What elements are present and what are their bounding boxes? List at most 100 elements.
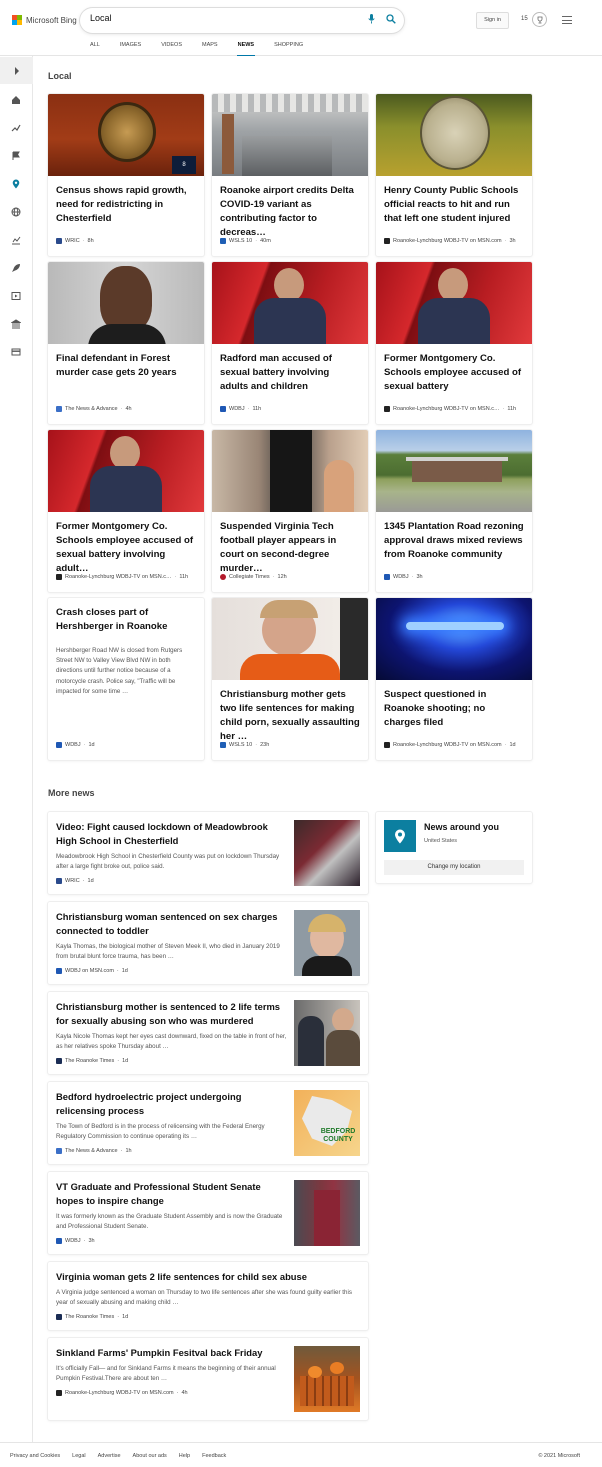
news-card[interactable]: Crash closes part of Hershberger in Roan… — [48, 598, 204, 760]
politics-icon[interactable] — [11, 319, 21, 329]
news-card-title[interactable]: Suspect questioned in Roanoke shooting; … — [384, 688, 524, 730]
news-card-title[interactable]: Former Montgomery Co. Schools employee a… — [384, 352, 524, 394]
more-news-item[interactable]: VT Graduate and Professional Student Sen… — [48, 1172, 368, 1254]
location-pin-icon[interactable] — [11, 179, 21, 189]
news-thumbnail — [212, 262, 368, 344]
more-news-title[interactable]: Christiansburg mother is sentenced to 2 … — [56, 1000, 286, 1028]
rewards-count[interactable]: 15 — [521, 16, 528, 22]
news-source: WDBJ on MSN.com · 1d — [56, 968, 128, 974]
news-card-title[interactable]: Radford man accused of sexual battery in… — [220, 352, 360, 394]
source-time: 11h — [252, 406, 262, 412]
tab-images[interactable]: IMAGES — [120, 42, 141, 56]
footer-link-privacy[interactable]: Privacy and Cookies — [10, 1453, 60, 1459]
news-thumbnail: 8 — [48, 94, 204, 176]
home-icon[interactable] — [11, 95, 21, 105]
source-logo-icon — [56, 1148, 62, 1154]
news-thumbnail — [294, 1346, 360, 1412]
source-time: 1d — [509, 742, 516, 748]
more-news-title[interactable]: Christiansburg woman sentenced on sex ch… — [56, 910, 286, 938]
more-news-title[interactable]: Bedford hydroelectric project undergoing… — [56, 1090, 286, 1118]
news-card[interactable]: 8 Census shows rapid growth, need for re… — [48, 94, 204, 256]
money-chart-icon[interactable] — [11, 235, 21, 245]
news-thumbnail — [294, 820, 360, 886]
more-news-item[interactable]: Christiansburg mother is sentenced to 2 … — [48, 992, 368, 1074]
tab-shopping[interactable]: SHOPPING — [274, 42, 303, 56]
microphone-icon[interactable] — [368, 14, 375, 24]
source-logo-icon — [220, 238, 226, 244]
more-news-title[interactable]: Video: Fight caused lockdown of Meadowbr… — [56, 820, 286, 848]
sign-in-button[interactable]: Sign in — [476, 12, 509, 29]
footer-link-feedback[interactable]: Feedback — [202, 1453, 226, 1459]
source-name: The Roanoke Times — [65, 1314, 115, 1320]
news-card[interactable]: 1345 Plantation Road rezoning approval d… — [376, 430, 532, 592]
rewards-trophy-icon[interactable] — [532, 12, 547, 27]
news-card[interactable]: Roanoke airport credits Delta COVID-19 v… — [212, 94, 368, 256]
change-location-button[interactable]: Change my location — [384, 860, 524, 875]
credit-card-icon[interactable] — [11, 347, 21, 357]
news-card[interactable]: Former Montgomery Co. Schools employee a… — [48, 430, 204, 592]
more-news-title[interactable]: Sinkland Farms' Pumpkin Fesitval back Fr… — [56, 1346, 286, 1360]
tab-news[interactable]: NEWS — [236, 42, 255, 56]
tab-maps[interactable]: MAPS — [202, 42, 218, 56]
search-box — [80, 8, 404, 33]
news-card[interactable]: Christiansburg mother gets two life sent… — [212, 598, 368, 760]
news-card[interactable]: Final defendant in Forest murder case ge… — [48, 262, 204, 424]
news-card-title[interactable]: Roanoke airport credits Delta COVID-19 v… — [220, 184, 360, 240]
globe-icon[interactable] — [11, 207, 21, 217]
sidebar-expand-button[interactable] — [0, 57, 33, 84]
news-source: Roanoke-Lynchburg WDBJ-TV on MSN.c… · 11h — [56, 574, 188, 580]
more-news-section-title: More news — [48, 788, 95, 798]
source-time: 1d — [121, 968, 128, 974]
more-news-item[interactable]: Sinkland Farms' Pumpkin Fesitval back Fr… — [48, 1338, 368, 1420]
news-card-title[interactable]: Crash closes part of Hershberger in Roan… — [56, 606, 196, 634]
source-logo-icon — [56, 238, 62, 244]
source-logo-icon — [220, 406, 226, 412]
news-card-title[interactable]: Census shows rapid growth, need for redi… — [56, 184, 196, 226]
news-card-title[interactable]: Former Montgomery Co. Schools employee a… — [56, 520, 196, 576]
flag-icon[interactable] — [11, 151, 21, 161]
news-card-title[interactable]: Final defendant in Forest murder case ge… — [56, 352, 196, 380]
source-time: 23h — [260, 742, 270, 748]
news-card-title[interactable]: Henry County Public Schools official rea… — [384, 184, 524, 226]
news-card[interactable]: Suspect questioned in Roanoke shooting; … — [376, 598, 532, 760]
news-card-title[interactable]: Suspended Virginia Tech football player … — [220, 520, 360, 576]
more-news-title[interactable]: Virginia woman gets 2 life sentences for… — [56, 1270, 356, 1284]
news-thumbnail — [48, 430, 204, 512]
footer-link-legal[interactable]: Legal — [72, 1453, 85, 1459]
more-news-item[interactable]: Bedford hydroelectric project undergoing… — [48, 1082, 368, 1164]
news-card[interactable]: Suspended Virginia Tech football player … — [212, 430, 368, 592]
copyright: © 2021 Microsoft — [538, 1453, 580, 1459]
logo-text: Microsoft Bing — [26, 15, 77, 25]
footer-link-advertise[interactable]: Advertise — [98, 1453, 121, 1459]
more-news-item[interactable]: Christiansburg woman sentenced on sex ch… — [48, 902, 368, 984]
more-news-item[interactable]: Video: Fight caused lockdown of Meadowbr… — [48, 812, 368, 894]
source-name: WDBJ — [393, 574, 409, 580]
source-logo-icon — [384, 742, 390, 748]
more-news-title[interactable]: VT Graduate and Professional Student Sen… — [56, 1180, 286, 1208]
more-news-item[interactable]: Virginia woman gets 2 life sentences for… — [48, 1262, 368, 1330]
news-thumbnail — [376, 598, 532, 680]
chevron-right-icon — [14, 66, 19, 75]
news-card[interactable]: Radford man accused of sexual battery in… — [212, 262, 368, 424]
source-name: Collegiate Times — [229, 574, 270, 580]
source-time: 3h — [88, 1238, 95, 1244]
tab-all[interactable]: ALL — [90, 42, 100, 56]
search-icon[interactable] — [386, 14, 396, 24]
footer-link-about-ads[interactable]: About our ads — [133, 1453, 167, 1459]
news-card-title[interactable]: Christiansburg mother gets two life sent… — [220, 688, 360, 744]
news-source: WRIC · 1d — [56, 878, 94, 884]
trending-icon[interactable] — [11, 123, 21, 133]
bing-logo[interactable]: Microsoft Bing — [12, 15, 77, 25]
news-thumbnail — [376, 430, 532, 512]
entertainment-icon[interactable] — [11, 291, 21, 301]
footer-link-help[interactable]: Help — [179, 1453, 190, 1459]
news-thumbnail — [376, 94, 532, 176]
news-card[interactable]: Henry County Public Schools official rea… — [376, 94, 532, 256]
hamburger-menu-icon[interactable] — [562, 16, 572, 27]
rocket-icon[interactable] — [11, 263, 21, 273]
news-card-title[interactable]: 1345 Plantation Road rezoning approval d… — [384, 520, 524, 562]
news-card[interactable]: Former Montgomery Co. Schools employee a… — [376, 262, 532, 424]
tab-videos[interactable]: VIDEOS — [161, 42, 182, 56]
search-input[interactable] — [90, 13, 350, 23]
source-time: 1d — [87, 878, 94, 884]
